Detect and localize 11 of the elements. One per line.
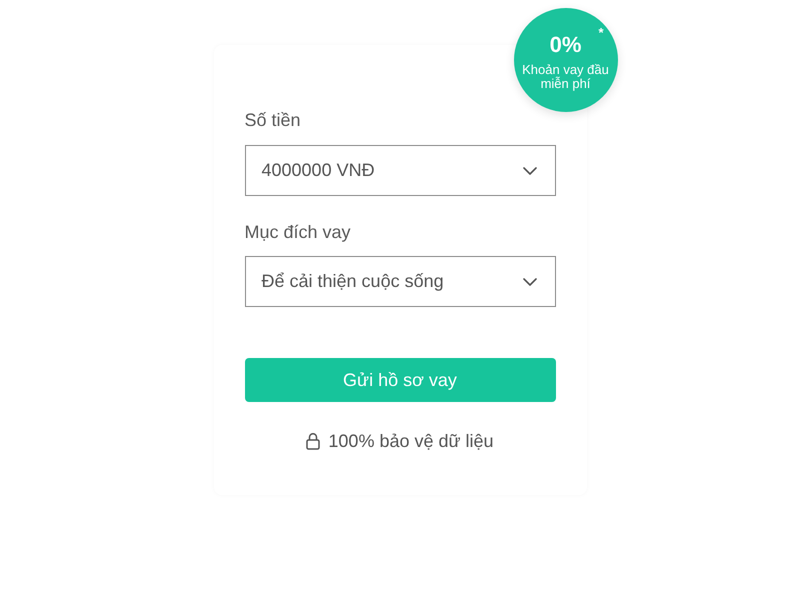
- purpose-label: Mục đích vay: [244, 221, 352, 244]
- amount-dropdown[interactable]: 4000000 VNĐ: [244, 145, 556, 196]
- badge-percent: 0%: [550, 33, 582, 57]
- security-note: 100% bảo vệ dữ liệu: [328, 430, 494, 453]
- chevron-down-icon: [522, 278, 536, 286]
- footnote-mark: *: [598, 26, 604, 39]
- purpose-dropdown[interactable]: Để cải thiện cuộc sống: [244, 256, 556, 307]
- amount-label: Số tiền: [244, 109, 302, 132]
- lock-icon: [306, 432, 320, 450]
- badge-caption: Khoản vay đầu miễn phí: [521, 63, 610, 91]
- chevron-down-icon: [522, 166, 536, 174]
